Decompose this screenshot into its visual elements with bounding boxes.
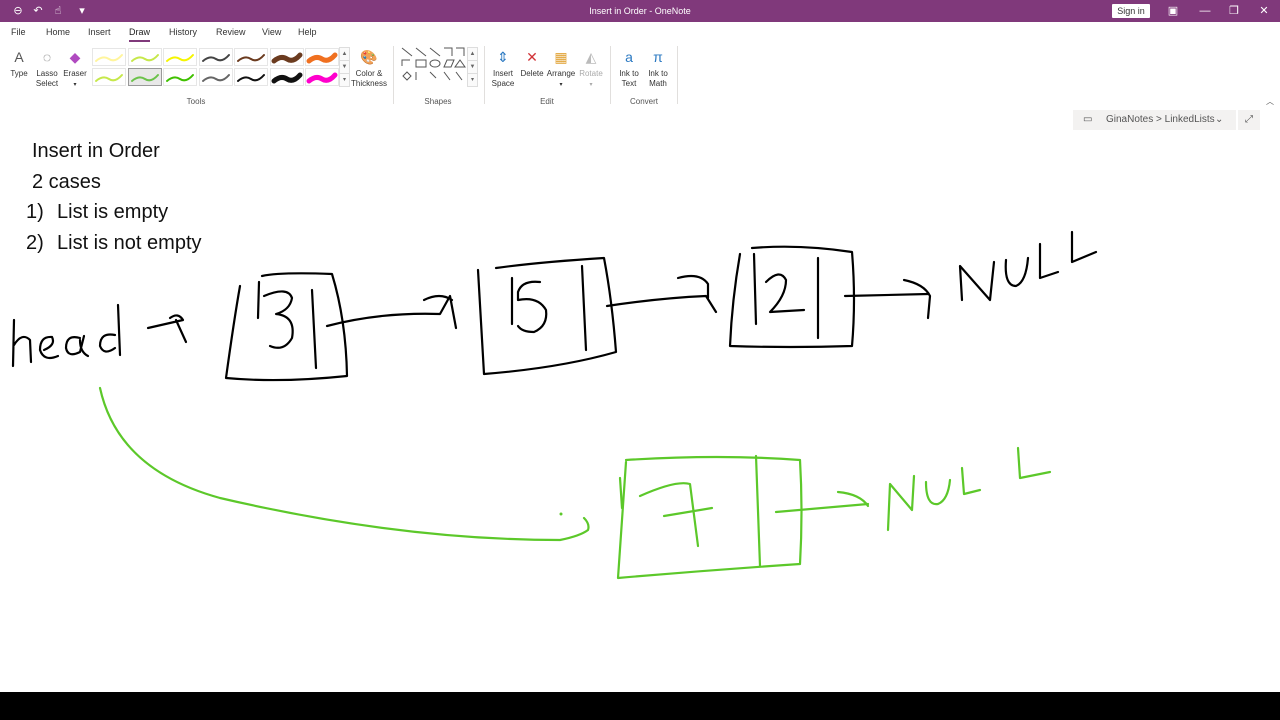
note-canvas[interactable]: Insert in Order 2 cases 1) List is empty… [0, 108, 1280, 692]
gallery-down-icon[interactable]: ▼ [339, 60, 350, 74]
pen-swatch[interactable] [234, 48, 268, 66]
ribbon: A Type ◌ Lasso Select ◆ Eraser ▾ ▲ ▼ ▾ 🎨… [0, 42, 1280, 109]
notebook-icon: ▭ [1083, 114, 1093, 125]
tab-view[interactable]: View [262, 22, 281, 42]
color-thickness-button[interactable]: 🎨 Color & Thickness [350, 47, 388, 89]
gallery-up-icon[interactable]: ▲ [339, 47, 350, 61]
pen-swatch[interactable] [127, 48, 162, 66]
pen-swatch[interactable] [198, 68, 233, 86]
ink-to-text-icon: a [625, 49, 633, 65]
tab-review[interactable]: Review [216, 22, 246, 42]
pen-swatch[interactable] [269, 68, 304, 86]
shapes-up-icon[interactable]: ▲ [467, 47, 478, 61]
tab-draw[interactable]: Draw [129, 22, 151, 42]
pen-swatch[interactable] [92, 48, 126, 66]
tab-insert[interactable]: Insert [88, 22, 111, 42]
delete-x-icon: ✕ [526, 49, 538, 65]
bottom-bar [0, 692, 1280, 720]
tab-history[interactable]: History [169, 22, 197, 42]
pen-swatch[interactable] [163, 68, 197, 86]
close-button[interactable]: ✕ [1249, 0, 1279, 22]
convert-group-label: Convert [629, 97, 658, 106]
title-bar: ⊖ ↶ ☝ ▾ Insert in Order - OneNote Sign i… [0, 0, 1280, 22]
pen-swatch[interactable] [163, 48, 197, 66]
insert-space-icon: ⇕ [497, 49, 509, 65]
shapes-more-icon[interactable]: ▾ [467, 73, 478, 87]
minimize-button[interactable]: — [1190, 0, 1220, 22]
rotate-icon: ◭ [585, 49, 597, 65]
lasso-select-button[interactable]: ◌ Lasso Select [34, 47, 60, 89]
separator [610, 46, 611, 104]
tab-help[interactable]: Help [298, 22, 317, 42]
chevron-down-icon: ⌄ [1215, 114, 1224, 125]
tab-file[interactable]: File [11, 22, 26, 42]
insert-space-button[interactable]: ⇕ Insert Space [488, 47, 518, 89]
ink-to-text-button[interactable]: a Ink to Text [614, 47, 644, 89]
chevron-down-icon: ▾ [559, 82, 563, 88]
shapes-group-label: Shapes [424, 97, 452, 106]
chevron-down-icon: ▾ [589, 82, 593, 88]
collapse-ribbon-icon[interactable]: ︿ [1266, 96, 1274, 107]
type-button[interactable]: A Type [6, 47, 32, 79]
palette-icon: 🎨 [360, 49, 378, 65]
ink-drawing [11, 230, 1098, 580]
pen-swatch[interactable] [92, 68, 126, 86]
chevron-down-icon: ▾ [73, 82, 77, 88]
ink-to-math-button[interactable]: π Ink to Math [643, 47, 673, 89]
pen-swatch[interactable] [305, 68, 339, 86]
note-case-1[interactable]: List is empty [57, 201, 168, 224]
type-cursor-icon: A [14, 49, 24, 65]
separator [484, 46, 485, 104]
shapes-down-icon[interactable]: ▼ [467, 60, 478, 74]
shapes-gallery[interactable] [400, 46, 470, 90]
edit-group-label: Edit [540, 97, 554, 106]
breadcrumb-text: GinaNotes > LinkedLists [1106, 114, 1215, 125]
pen-swatch[interactable] [269, 48, 304, 66]
arrange-icon: ▦ [554, 49, 568, 65]
sign-in-button[interactable]: Sign in [1112, 4, 1150, 18]
note-cases[interactable]: 2 cases [32, 171, 101, 194]
ink-to-math-icon: π [653, 49, 663, 65]
ribbon-tabs: File Home Insert Draw History Review Vie… [0, 22, 1280, 42]
ribbon-display-icon[interactable]: ▣ [1158, 0, 1188, 22]
lasso-icon: ◌ [42, 49, 52, 65]
breadcrumb[interactable]: ▭ GinaNotes > LinkedLists ⌄ [1073, 110, 1236, 130]
rotate-button[interactable]: ◭ Rotate ▾ [576, 47, 606, 90]
separator [393, 46, 394, 104]
note-case-1-number[interactable]: 1) [26, 201, 44, 224]
pen-swatch[interactable] [127, 68, 162, 86]
pen-swatch[interactable] [305, 48, 339, 66]
pen-cursor [559, 512, 563, 516]
pen-swatch[interactable] [234, 68, 268, 86]
tools-group-label: Tools [186, 97, 206, 106]
restore-button[interactable]: ❐ [1219, 0, 1249, 22]
arrange-button[interactable]: ▦ Arrange ▾ [546, 47, 576, 90]
tab-home[interactable]: Home [46, 22, 70, 42]
separator [677, 46, 678, 104]
pen-swatch[interactable] [198, 48, 233, 66]
delete-button[interactable]: ✕ Delete [518, 47, 546, 79]
gallery-more-icon[interactable]: ▾ [339, 73, 350, 87]
full-page-view-icon[interactable]: ⤢ [1238, 110, 1260, 130]
eraser-button[interactable]: ◆ Eraser ▾ [62, 47, 88, 90]
note-case-2[interactable]: List is not empty [57, 232, 202, 255]
window-title: Insert in Order - OneNote [589, 6, 691, 16]
note-title[interactable]: Insert in Order [32, 140, 160, 163]
eraser-icon: ◆ [69, 49, 81, 65]
note-case-2-number[interactable]: 2) [26, 232, 44, 255]
